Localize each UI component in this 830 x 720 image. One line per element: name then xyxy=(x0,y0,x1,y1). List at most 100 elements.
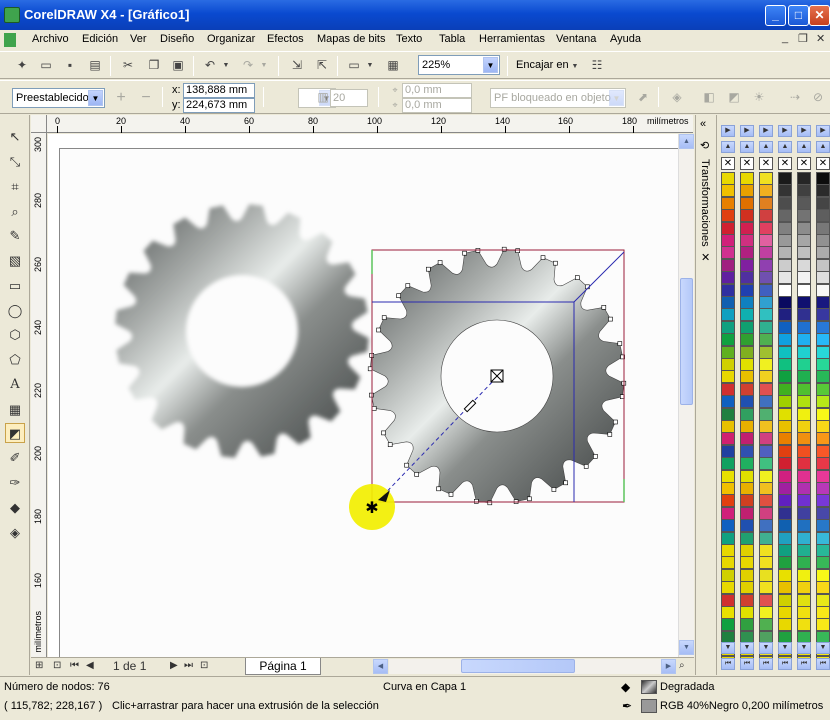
horizontal-scroll-track[interactable] xyxy=(389,659,661,674)
extrude-tool-icon[interactable]: ◩ xyxy=(5,423,25,443)
color-swatch[interactable] xyxy=(721,296,735,309)
node-handle[interactable] xyxy=(608,316,613,322)
scroll-left-button[interactable]: ◀ xyxy=(373,659,388,674)
color-swatch[interactable] xyxy=(778,370,792,384)
color-swatch[interactable] xyxy=(778,556,792,570)
node-handle[interactable] xyxy=(563,480,569,486)
menu-ventana[interactable]: Ventana xyxy=(556,33,596,45)
x-position-input[interactable]: 138,888 mm xyxy=(183,83,255,98)
color-swatch[interactable] xyxy=(740,172,754,185)
rectangle-tool-icon[interactable]: ▭ xyxy=(5,276,25,296)
color-swatch[interactable] xyxy=(759,556,773,570)
color-swatch[interactable] xyxy=(797,345,811,359)
color-swatch[interactable] xyxy=(797,544,811,557)
color-swatch[interactable] xyxy=(816,618,830,632)
color-swatch[interactable] xyxy=(816,556,830,570)
color-swatch[interactable] xyxy=(721,618,735,632)
color-swatch[interactable] xyxy=(721,234,735,247)
color-swatch[interactable] xyxy=(740,457,754,471)
doc-minimize-button[interactable]: _ xyxy=(782,32,788,44)
palette-scroll-up-icon[interactable]: ▲ xyxy=(721,141,735,153)
color-swatch[interactable] xyxy=(778,444,792,458)
color-swatch[interactable] xyxy=(816,271,830,285)
color-swatch[interactable] xyxy=(778,420,792,433)
color-swatch[interactable] xyxy=(797,556,811,570)
export-icon[interactable]: ⇱ xyxy=(313,57,331,74)
gear-left[interactable] xyxy=(115,204,369,458)
node-handle[interactable] xyxy=(601,305,607,310)
node-handle[interactable] xyxy=(369,392,374,398)
color-swatch[interactable] xyxy=(740,345,754,359)
color-swatch[interactable] xyxy=(740,593,754,607)
color-swatch[interactable] xyxy=(816,320,830,334)
color-swatch[interactable] xyxy=(721,172,735,185)
color-swatch[interactable] xyxy=(778,234,792,247)
node-handle[interactable] xyxy=(574,275,580,280)
color-swatch[interactable] xyxy=(778,196,792,210)
launcher-dropdown-icon[interactable]: ▼ xyxy=(365,57,375,74)
color-swatch[interactable] xyxy=(740,494,754,508)
color-swatch[interactable] xyxy=(759,234,773,247)
color-swatch[interactable] xyxy=(797,395,811,409)
color-swatch[interactable] xyxy=(740,568,754,582)
menu-ayuda[interactable]: Ayuda xyxy=(610,33,641,45)
menu-mapas-de-bits[interactable]: Mapas de bits xyxy=(317,33,385,45)
color-swatch[interactable] xyxy=(778,581,792,595)
node-handle[interactable] xyxy=(396,293,401,298)
color-swatch[interactable] xyxy=(759,506,773,520)
docker-transform-icon[interactable]: ⟲ xyxy=(700,139,709,152)
color-swatch[interactable] xyxy=(721,395,735,409)
color-swatch[interactable] xyxy=(740,407,754,421)
menu-herramientas[interactable]: Herramientas xyxy=(479,33,545,45)
ellipse-tool-icon[interactable]: ◯ xyxy=(5,301,25,321)
color-swatch[interactable] xyxy=(797,283,811,297)
last-page-icon[interactable]: ⏭ xyxy=(184,660,193,671)
crop-tool-icon[interactable]: ⌗ xyxy=(5,177,25,197)
color-swatch[interactable] xyxy=(797,531,811,545)
color-swatch[interactable] xyxy=(740,618,754,632)
node-handle[interactable] xyxy=(462,250,467,256)
color-swatch[interactable] xyxy=(797,184,811,198)
cut-icon[interactable]: ✂ xyxy=(119,57,137,74)
palette-flyout-icon[interactable]: ▶ xyxy=(759,125,773,137)
color-swatch[interactable] xyxy=(721,494,735,508)
color-swatch[interactable] xyxy=(759,246,773,260)
navigator-zoom-icon[interactable]: ⌕ xyxy=(679,660,685,671)
menu-diseno[interactable]: Diseño xyxy=(160,33,194,45)
color-swatch[interactable] xyxy=(816,568,830,582)
color-swatch[interactable] xyxy=(816,506,830,520)
palette-expand-icon[interactable]: ⏮ xyxy=(759,658,773,670)
palette-scroll-down-icon[interactable]: ▼ xyxy=(759,642,773,654)
color-swatch[interactable] xyxy=(721,221,735,235)
color-swatch[interactable] xyxy=(778,494,792,508)
color-swatch[interactable] xyxy=(816,345,830,359)
color-swatch[interactable] xyxy=(816,544,830,557)
color-swatch[interactable] xyxy=(759,258,773,272)
color-swatch[interactable] xyxy=(816,333,830,347)
color-swatch[interactable] xyxy=(816,593,830,607)
color-swatch[interactable] xyxy=(797,370,811,384)
options-icon[interactable]: ☷ xyxy=(588,57,606,74)
color-swatch[interactable] xyxy=(759,395,773,409)
color-swatch[interactable] xyxy=(740,258,754,272)
node-handle[interactable] xyxy=(414,472,420,477)
color-swatch[interactable] xyxy=(816,407,830,421)
color-swatch[interactable] xyxy=(778,172,792,185)
color-swatch[interactable] xyxy=(740,420,754,433)
color-swatch[interactable] xyxy=(778,382,792,396)
node-handle[interactable] xyxy=(473,498,479,504)
color-swatch[interactable] xyxy=(759,407,773,421)
color-swatch[interactable] xyxy=(816,469,830,483)
color-swatch[interactable] xyxy=(740,382,754,396)
color-swatch[interactable] xyxy=(721,271,735,285)
horizontal-scroll-thumb[interactable] xyxy=(461,659,575,673)
color-swatch[interactable] xyxy=(759,296,773,309)
color-swatch[interactable] xyxy=(759,382,773,396)
menu-ver[interactable]: Ver xyxy=(130,33,147,45)
close-button[interactable]: ✕ xyxy=(809,5,830,26)
node-handle[interactable] xyxy=(371,406,377,411)
color-swatch[interactable] xyxy=(797,296,811,309)
color-swatch[interactable] xyxy=(778,407,792,421)
doc-close-button[interactable]: ✕ xyxy=(816,32,825,45)
shape-tool-icon[interactable]: ⤡ xyxy=(5,152,25,172)
